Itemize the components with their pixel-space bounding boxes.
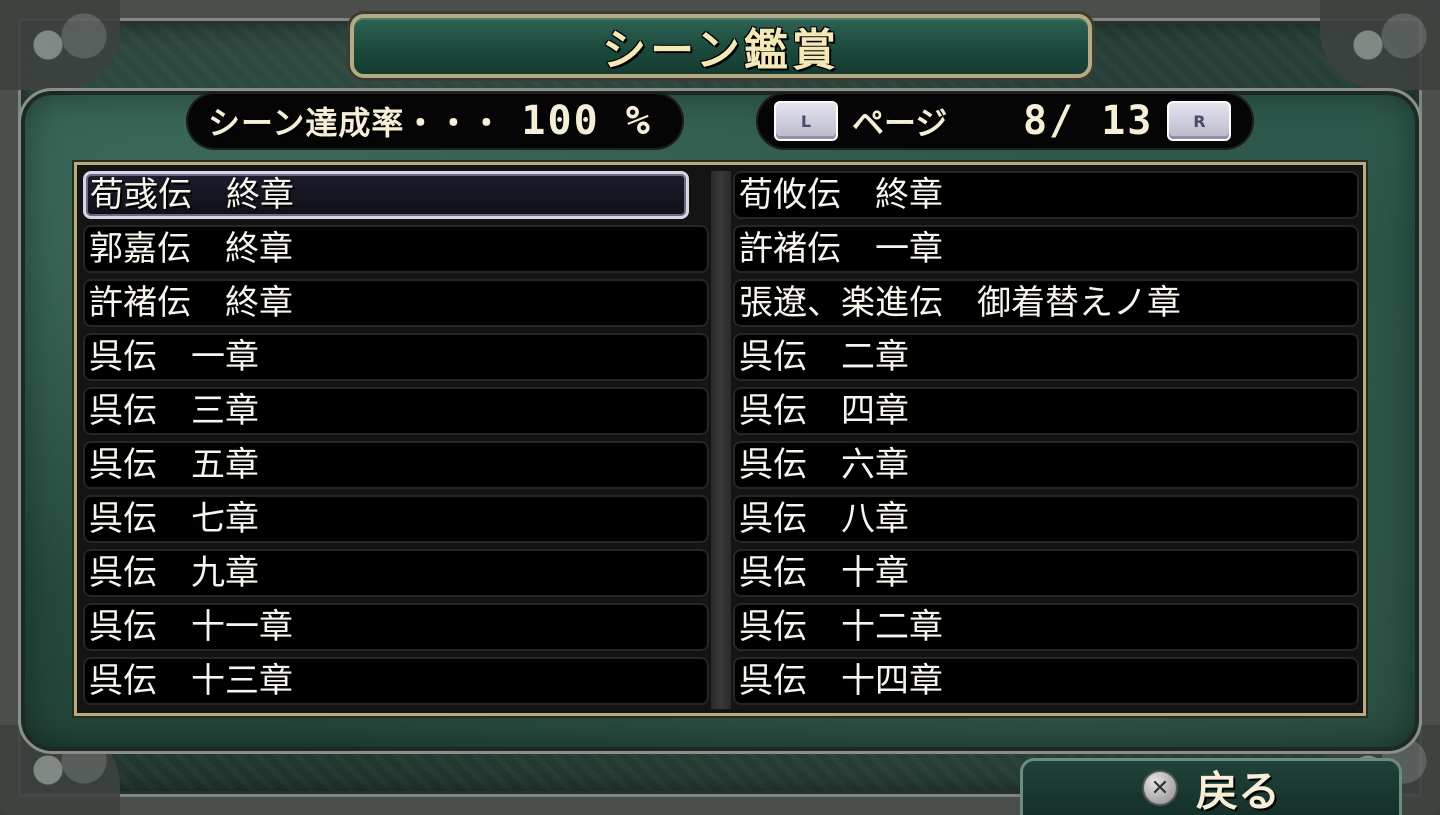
scene-item-label: 荀攸伝 終章 (739, 175, 943, 215)
completion-rate-label: シーン達成率・・・ (208, 104, 504, 142)
scene-item-label: 呉伝 十一章 (89, 607, 293, 647)
scene-viewer-screen: シーン鑑賞 シーン達成率・・・ 100 % L ページ 8/ 13 R 荀彧伝 … (0, 0, 1440, 815)
scene-item[interactable]: 呉伝 五章 (83, 441, 709, 489)
scene-item-label: 張遼、楽進伝 御着替えノ章 (739, 283, 1181, 323)
scene-item-label: 呉伝 八章 (739, 499, 909, 539)
scene-item[interactable]: 呉伝 十三章 (83, 657, 709, 705)
scene-item-label: 荀彧伝 終章 (90, 175, 294, 215)
scene-item[interactable]: 許褚伝 終章 (83, 279, 709, 327)
scene-item-label: 呉伝 七章 (89, 499, 259, 539)
corner-ornament-top-right (1320, 0, 1440, 90)
scene-item-label: 呉伝 十章 (739, 553, 909, 593)
scene-item[interactable]: 呉伝 十章 (733, 549, 1359, 597)
scene-item[interactable]: 呉伝 六章 (733, 441, 1359, 489)
scene-item-label: 呉伝 六章 (739, 445, 909, 485)
scene-item-label: 呉伝 一章 (89, 337, 259, 377)
r-shoulder-button-icon[interactable]: R (1167, 101, 1232, 141)
back-button[interactable]: ✕ 戻る (1020, 758, 1402, 815)
scene-item[interactable]: 呉伝 十四章 (733, 657, 1359, 705)
scene-item[interactable]: 呉伝 二章 (733, 333, 1359, 381)
completion-rate-box: シーン達成率・・・ 100 % (186, 92, 684, 150)
scene-item[interactable]: 呉伝 九章 (83, 549, 709, 597)
list-scrollbar-track[interactable] (711, 171, 731, 709)
scene-item-label: 呉伝 十二章 (739, 607, 943, 647)
page-indicator-box: L ページ 8/ 13 R (756, 92, 1254, 150)
scene-item[interactable]: 呉伝 八章 (733, 495, 1359, 543)
back-button-label: 戻る (1195, 766, 1280, 815)
page-title: シーン鑑賞 (602, 25, 840, 76)
scene-item[interactable]: 郭嘉伝 終章 (83, 225, 709, 273)
scene-item-label: 呉伝 十四章 (739, 661, 943, 701)
title-plate: シーン鑑賞 (350, 14, 1092, 78)
scene-item[interactable]: 呉伝 十二章 (733, 603, 1359, 651)
page-number: 8/ 13 (1022, 98, 1154, 144)
scene-item-label: 許褚伝 終章 (89, 283, 293, 323)
scene-item-label: 呉伝 四章 (739, 391, 909, 431)
corner-ornament-top-left (0, 0, 120, 90)
scene-item-label: 呉伝 十三章 (89, 661, 293, 701)
scene-item-label: 呉伝 五章 (89, 445, 259, 485)
scene-item-label: 許褚伝 一章 (739, 229, 943, 269)
cross-button-icon: ✕ (1141, 770, 1178, 806)
scene-item[interactable]: 荀攸伝 終章 (733, 171, 1359, 219)
scene-item-label: 郭嘉伝 終章 (89, 229, 293, 269)
scene-list: 荀彧伝 終章 郭嘉伝 終章 許褚伝 終章 呉伝 一章 呉伝 三章 呉伝 五章 呉… (74, 162, 1366, 716)
completion-rate-value: 100 % (521, 98, 652, 144)
scene-item[interactable]: 呉伝 四章 (733, 387, 1359, 435)
scene-item-label: 呉伝 二章 (739, 337, 909, 377)
scene-item-label: 呉伝 九章 (89, 553, 259, 593)
scene-item[interactable]: 荀彧伝 終章 (83, 171, 689, 219)
scene-list-right-column: 荀攸伝 終章 許褚伝 一章 張遼、楽進伝 御着替えノ章 呉伝 二章 呉伝 四章 … (733, 171, 1359, 711)
scene-list-left-column: 荀彧伝 終章 郭嘉伝 終章 許褚伝 終章 呉伝 一章 呉伝 三章 呉伝 五章 呉… (83, 171, 709, 711)
scene-item[interactable]: 呉伝 一章 (83, 333, 709, 381)
scene-item-label: 呉伝 三章 (89, 391, 259, 431)
scene-item[interactable]: 呉伝 七章 (83, 495, 709, 543)
scene-item[interactable]: 呉伝 三章 (83, 387, 709, 435)
scene-item[interactable]: 張遼、楽進伝 御着替えノ章 (733, 279, 1359, 327)
scene-item[interactable]: 呉伝 十一章 (83, 603, 709, 651)
page-label: ページ (852, 104, 948, 142)
l-shoulder-button-icon[interactable]: L (774, 101, 838, 141)
scene-item[interactable]: 許褚伝 一章 (733, 225, 1359, 273)
